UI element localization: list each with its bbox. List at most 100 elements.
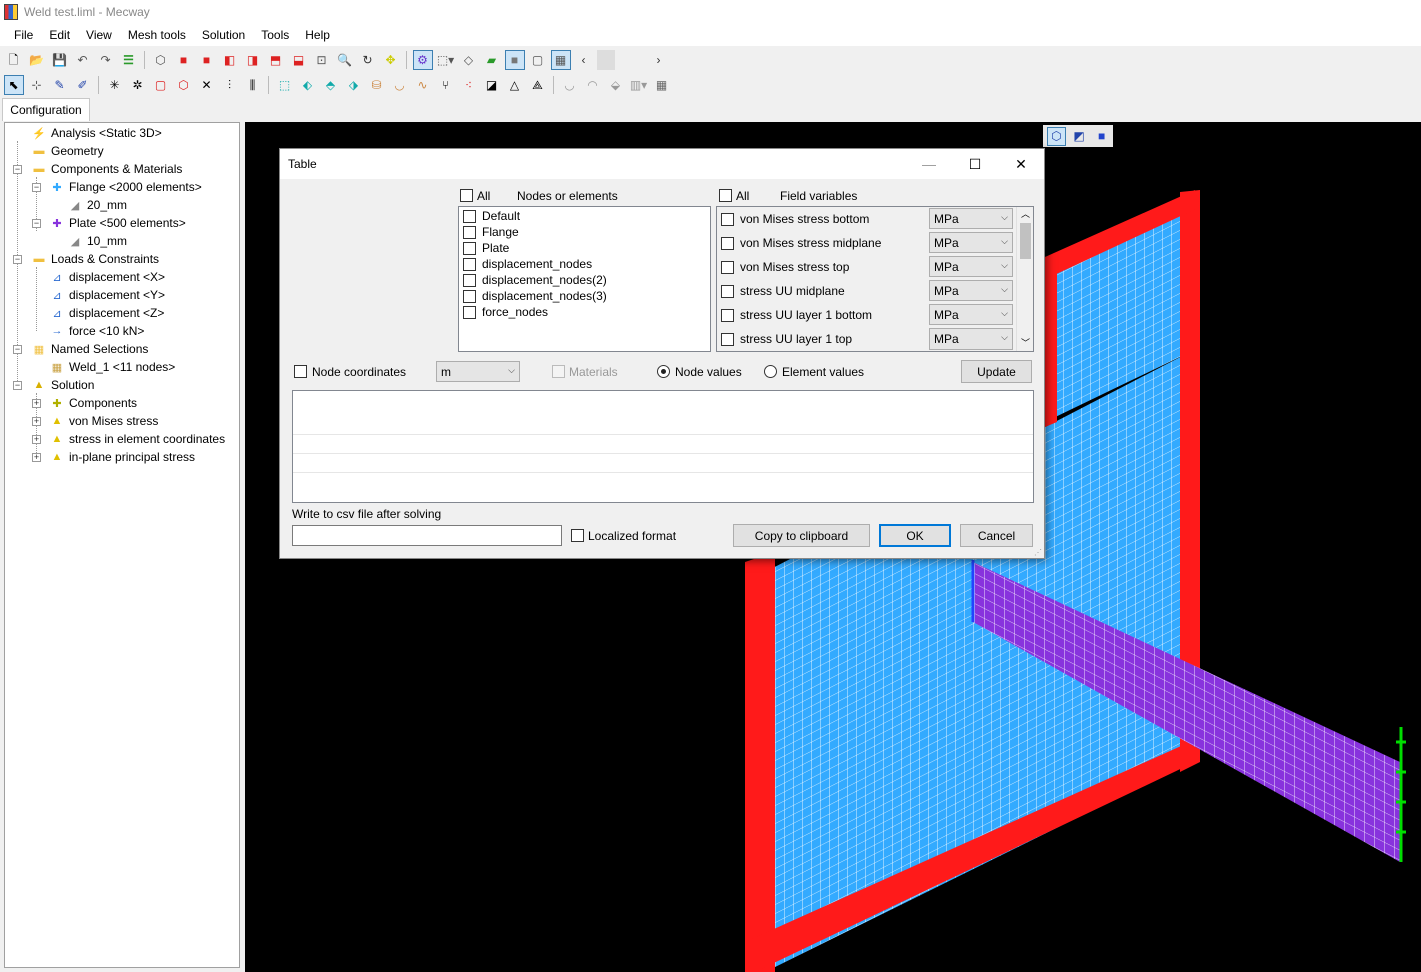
ok-button[interactable]: OK bbox=[879, 524, 951, 547]
nodes-all-checkbox[interactable] bbox=[460, 188, 473, 203]
tree-item-geometry[interactable]: ▬ Geometry bbox=[31, 142, 104, 160]
mesh-outline-icon[interactable]: ▢ bbox=[528, 50, 548, 70]
view-right-icon[interactable]: ◨ bbox=[243, 50, 263, 70]
field-row[interactable]: von Mises stress top bbox=[721, 258, 849, 276]
tree-item-flange[interactable]: ✚ Flange <2000 elements> bbox=[49, 178, 201, 196]
triangle-icon[interactable]: △ bbox=[505, 75, 525, 95]
unit-select[interactable]: MPa ⌵ bbox=[929, 208, 1013, 229]
collapse-toggle[interactable]: − bbox=[32, 183, 41, 192]
view-cube-solid-icon[interactable]: ■ bbox=[1092, 127, 1112, 146]
copy-icon[interactable]: ⬗ bbox=[344, 75, 364, 95]
maximize-icon[interactable]: ☐ bbox=[952, 149, 998, 179]
menu-solution[interactable]: Solution bbox=[194, 25, 253, 45]
scroll-right-icon[interactable]: › bbox=[649, 50, 669, 70]
rotate-icon[interactable]: ↻ bbox=[358, 50, 378, 70]
expand-toggle[interactable]: + bbox=[32, 453, 41, 462]
collapse-toggle[interactable]: − bbox=[32, 219, 41, 228]
scroll-thumb[interactable] bbox=[1020, 223, 1031, 259]
view-iso-icon[interactable]: ⬡ bbox=[151, 50, 171, 70]
menu-tools[interactable]: Tools bbox=[253, 25, 297, 45]
view-top-icon[interactable]: ⬒ bbox=[266, 50, 286, 70]
tree-item-plate[interactable]: ✚ Plate <500 elements> bbox=[49, 214, 185, 232]
node-coordinates-checkbox[interactable] bbox=[294, 364, 307, 379]
zoom-icon[interactable]: 🔍 bbox=[335, 50, 355, 70]
tree-item-components-materials[interactable]: ▬ Components & Materials bbox=[31, 160, 183, 178]
select-element-icon[interactable]: ✎ bbox=[50, 75, 70, 95]
field-row[interactable]: von Mises stress midplane bbox=[721, 234, 881, 252]
field-row[interactable]: stress UU midplane bbox=[721, 282, 845, 300]
cylinder-icon[interactable]: ⛁ bbox=[367, 75, 387, 95]
view-bottom-icon[interactable]: ⬓ bbox=[289, 50, 309, 70]
layers-dropdown-icon[interactable]: ▥▾ bbox=[629, 75, 649, 95]
display-options-dropdown-icon[interactable]: ⬚▾ bbox=[436, 50, 456, 70]
shell-offset-icon[interactable]: ⬙ bbox=[606, 75, 626, 95]
menu-file[interactable]: File bbox=[6, 25, 41, 45]
split-icon[interactable]: ⫶ bbox=[220, 75, 240, 95]
fields-scrollbar[interactable]: ︿ ﹀ bbox=[1016, 207, 1033, 351]
field-row[interactable]: stress UU layer 1 top bbox=[721, 330, 852, 348]
delete-icon[interactable]: ✕ bbox=[197, 75, 217, 95]
list-item[interactable]: Plate bbox=[463, 240, 509, 256]
tree-item-loads-constraints[interactable]: ▬ Loads & Constraints bbox=[31, 250, 160, 268]
revolve-icon[interactable]: ◡ bbox=[390, 75, 410, 95]
coordinate-unit-select[interactable]: m ⌵ bbox=[436, 361, 520, 382]
extrude-icon[interactable]: ⬚ bbox=[275, 75, 295, 95]
fields-all-checkbox[interactable] bbox=[719, 188, 732, 203]
update-button[interactable]: Update bbox=[961, 360, 1032, 383]
dialog-titlebar[interactable]: Table — ☐ ✕ bbox=[280, 149, 1044, 179]
mesh-edges-icon[interactable]: ▦ bbox=[550, 50, 571, 70]
tree-item-named-selections[interactable]: ▦ Named Selections bbox=[31, 340, 149, 358]
resize-grip-icon[interactable]: ⋰ bbox=[1034, 548, 1042, 557]
list-item[interactable]: displacement_nodes bbox=[463, 256, 592, 272]
fields-listbox[interactable]: von Mises stress bottom MPa ⌵ von Mises s… bbox=[716, 206, 1034, 352]
node-values-radio[interactable] bbox=[657, 364, 670, 379]
csv-path-input[interactable] bbox=[292, 525, 562, 546]
surface-icon[interactable]: ▰ bbox=[482, 50, 502, 70]
list-item[interactable]: force_nodes bbox=[463, 304, 548, 320]
menu-mesh-tools[interactable]: Mesh tools bbox=[120, 25, 194, 45]
collapse-toggle[interactable]: − bbox=[13, 255, 22, 264]
open-file-icon[interactable]: 📂 bbox=[27, 50, 47, 70]
menu-view[interactable]: View bbox=[78, 25, 120, 45]
collapse-toggle[interactable]: − bbox=[13, 345, 22, 354]
list-item[interactable]: displacement_nodes(2) bbox=[463, 272, 607, 288]
unit-select[interactable]: MPa ⌵ bbox=[929, 232, 1013, 253]
save-icon[interactable]: 💾 bbox=[50, 50, 70, 70]
nodes-icon[interactable]: ⁖ bbox=[459, 75, 479, 95]
tree-item-displacement-y[interactable]: ⊿ displacement <Y> bbox=[49, 286, 165, 304]
list-item[interactable]: displacement_nodes(3) bbox=[463, 288, 607, 304]
scroll-up-icon[interactable]: ︿ bbox=[1021, 207, 1030, 220]
list-item[interactable]: Default bbox=[463, 208, 520, 224]
mirror-icon[interactable]: ⬘ bbox=[321, 75, 341, 95]
tree-item-displacement-x[interactable]: ⊿ displacement <X> bbox=[49, 268, 165, 286]
pan-icon[interactable]: ✥ bbox=[381, 50, 401, 70]
table-icon[interactable]: ▦ bbox=[652, 75, 672, 95]
refine-icon[interactable]: ⫼ bbox=[243, 75, 263, 95]
tab-configuration[interactable]: Configuration bbox=[2, 98, 90, 121]
select-face-icon[interactable]: ✐ bbox=[73, 75, 93, 95]
tree-item-10mm[interactable]: ◢ 10_mm bbox=[67, 232, 127, 250]
tree-item-solution-components[interactable]: ✚ Components bbox=[49, 394, 137, 412]
unit-select[interactable]: MPa ⌵ bbox=[929, 256, 1013, 277]
toolbar-slider[interactable] bbox=[597, 50, 615, 70]
field-row[interactable]: stress UU layer 1 bottom bbox=[721, 306, 872, 324]
close-icon[interactable]: ✕ bbox=[998, 149, 1044, 179]
collapse-toggle[interactable]: − bbox=[13, 165, 22, 174]
view-left-icon[interactable]: ◧ bbox=[220, 50, 240, 70]
results-table[interactable] bbox=[292, 390, 1034, 503]
rectangle-icon[interactable]: ▢ bbox=[151, 75, 171, 95]
unit-select[interactable]: MPa ⌵ bbox=[929, 304, 1013, 325]
select-arrow-icon[interactable]: ⬉ bbox=[3, 75, 24, 95]
view-front-icon[interactable]: ■ bbox=[174, 50, 194, 70]
view-back-icon[interactable]: ■ bbox=[197, 50, 217, 70]
tree-item-von-mises[interactable]: ▲ von Mises stress bbox=[49, 412, 159, 430]
branch-icon[interactable]: ⑂ bbox=[436, 75, 456, 95]
view-cube-outline-icon[interactable]: ⬡ bbox=[1046, 126, 1067, 146]
field-row[interactable]: von Mises stress bottom bbox=[721, 210, 869, 228]
display-mode-icon[interactable]: ⚙ bbox=[412, 50, 433, 70]
scroll-down-icon[interactable]: ﹀ bbox=[1021, 336, 1030, 349]
fill-icon[interactable]: ◪ bbox=[482, 75, 502, 95]
unit-select[interactable]: MPa ⌵ bbox=[929, 328, 1013, 350]
copy-to-clipboard-button[interactable]: Copy to clipboard bbox=[733, 524, 870, 547]
wireframe-icon[interactable]: ◇ bbox=[459, 50, 479, 70]
